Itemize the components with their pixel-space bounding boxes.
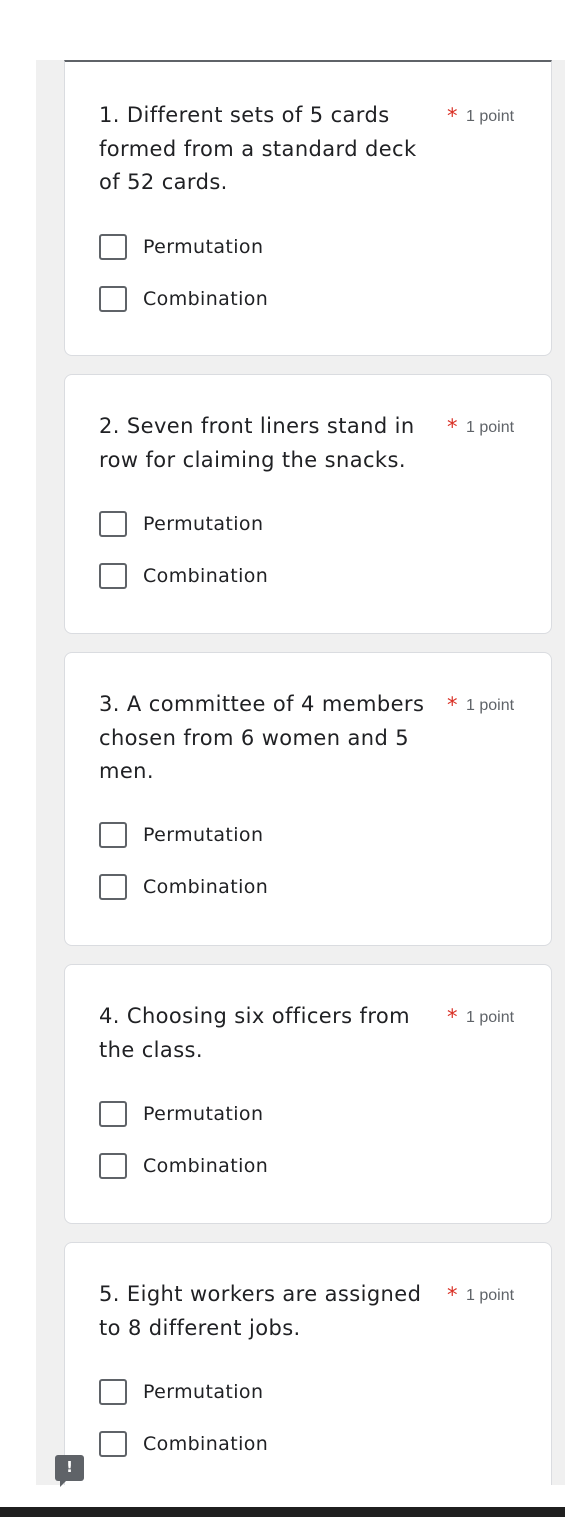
checkbox[interactable] xyxy=(99,511,127,537)
checkbox[interactable] xyxy=(99,234,127,260)
question-card-2: 2. Seven front liners stand in row for c… xyxy=(64,374,552,634)
required-asterisk: * xyxy=(447,1005,458,1029)
option-label: Permutation xyxy=(143,236,264,258)
question-card-4: 4. Choosing six officers from the class.… xyxy=(64,964,552,1224)
option-label: Combination xyxy=(143,288,269,310)
question-title: 1. Different sets of 5 cards formed from… xyxy=(99,103,417,194)
checkbox-option-combination[interactable]: Combination xyxy=(99,872,499,902)
checkbox-option-combination[interactable]: Combination xyxy=(99,1429,499,1459)
checkbox-option-permutation[interactable]: Permutation xyxy=(99,820,499,850)
question-title: 3. A committee of 4 members chosen from … xyxy=(99,692,425,783)
checkbox[interactable] xyxy=(99,874,127,900)
checkbox[interactable] xyxy=(99,1153,127,1179)
option-label: Combination xyxy=(143,876,269,898)
checkbox[interactable] xyxy=(99,822,127,848)
question-points: 1 point xyxy=(466,1009,515,1026)
checkbox-option-permutation[interactable]: Permutation xyxy=(99,1099,499,1129)
feedback-icon[interactable]: ! xyxy=(55,1455,84,1487)
checkbox-option-combination[interactable]: Combination xyxy=(99,561,499,591)
required-asterisk: * xyxy=(447,415,458,439)
checkbox[interactable] xyxy=(99,286,127,312)
question-title: 2. Seven front liners stand in row for c… xyxy=(99,414,415,472)
bottom-bar xyxy=(0,1507,565,1517)
option-label: Permutation xyxy=(143,824,264,846)
question-card-5: 5. Eight workers are assigned to 8 diffe… xyxy=(64,1242,552,1485)
checkbox-option-permutation[interactable]: Permutation xyxy=(99,1377,499,1407)
option-label: Combination xyxy=(143,1433,269,1455)
required-asterisk: * xyxy=(447,104,458,128)
checkbox-option-permutation[interactable]: Permutation xyxy=(99,509,499,539)
option-label: Permutation xyxy=(143,1103,264,1125)
question-points: 1 point xyxy=(466,419,515,436)
option-label: Permutation xyxy=(143,1381,264,1403)
checkbox[interactable] xyxy=(99,1101,127,1127)
checkbox[interactable] xyxy=(99,1431,127,1457)
option-label: Permutation xyxy=(143,513,264,535)
checkbox-option-permutation[interactable]: Permutation xyxy=(99,232,499,262)
question-points: 1 point xyxy=(466,1287,515,1304)
checkbox-option-combination[interactable]: Combination xyxy=(99,1151,499,1181)
question-card-1: 1. Different sets of 5 cards formed from… xyxy=(64,60,552,356)
question-title: 5. Eight workers are assigned to 8 diffe… xyxy=(99,1282,422,1340)
option-label: Combination xyxy=(143,1155,269,1177)
question-points: 1 point xyxy=(466,697,515,714)
question-points: 1 point xyxy=(466,108,515,125)
option-label: Combination xyxy=(143,565,269,587)
checkbox[interactable] xyxy=(99,563,127,589)
question-title: 4. Choosing six officers from the class. xyxy=(99,1004,411,1062)
question-card-3: 3. A committee of 4 members chosen from … xyxy=(64,652,552,946)
required-asterisk: * xyxy=(447,1283,458,1307)
checkbox[interactable] xyxy=(99,1379,127,1405)
required-asterisk: * xyxy=(447,693,458,717)
checkbox-option-combination[interactable]: Combination xyxy=(99,284,499,314)
